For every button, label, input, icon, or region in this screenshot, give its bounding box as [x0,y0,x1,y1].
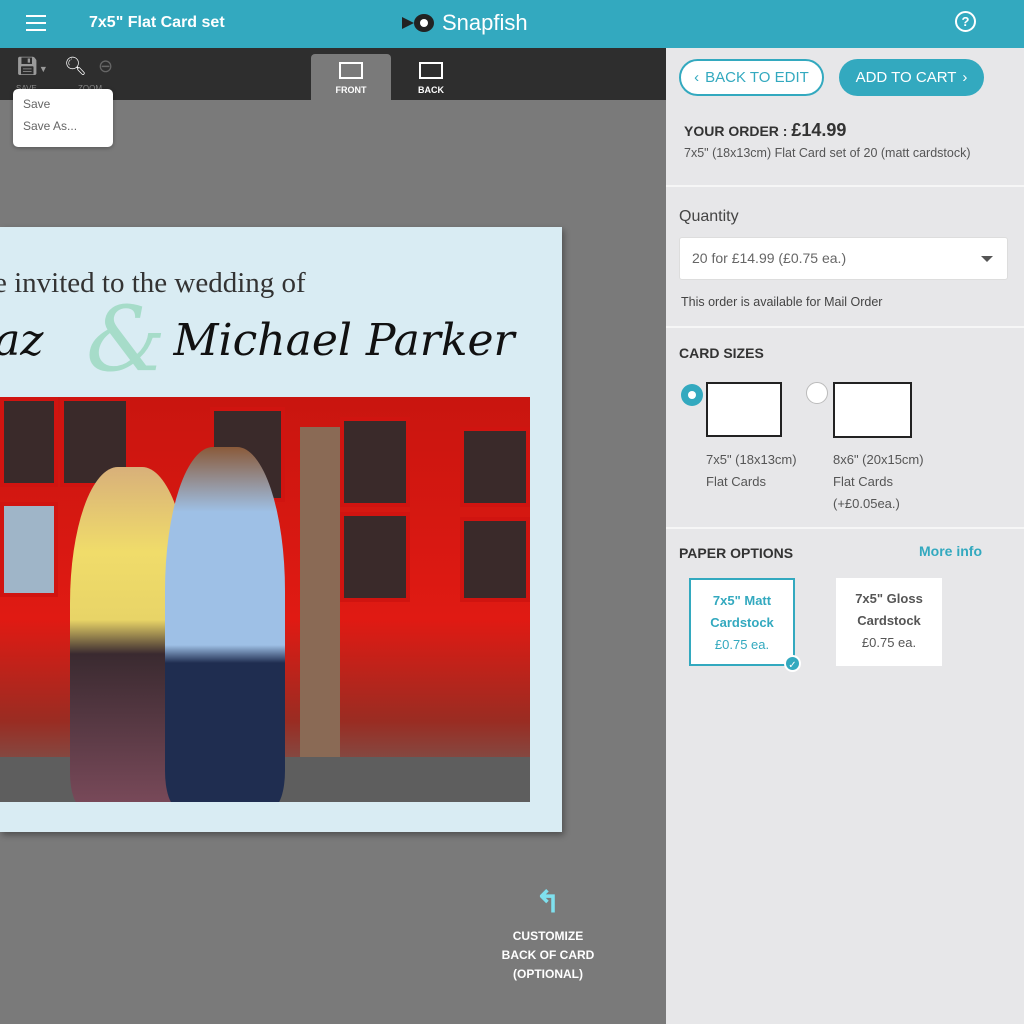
back-page-icon [419,62,443,79]
zoom-out-icon[interactable]: ⊖ [98,56,113,77]
customize-line3: (OPTIONAL) [513,967,583,981]
menu-item-save[interactable]: Save [13,89,113,111]
page-title: 7x5" Flat Card set [89,14,225,31]
add-to-cart-button[interactable]: ADD TO CART › [839,59,984,96]
order-total: £14.99 [791,120,847,140]
size-radio-8x6[interactable] [806,382,828,404]
size-8x6-text: 8x6" (20x15cm) Flat Cards (+£0.05ea.) [833,452,924,511]
snapfish-logo[interactable]: Snapfish [402,10,528,36]
paper-option-gloss[interactable]: 7x5" Gloss Cardstock £0.75 ea. [836,578,942,666]
tab-label: FRONT [335,85,367,95]
quantity-value: 20 for £14.99 (£0.75 ea.) [692,250,847,266]
chevron-right-icon: › [962,69,968,86]
button-label: ADD TO CART [855,69,957,86]
customize-line2: BACK OF CARD [501,948,595,962]
couple-photo[interactable] [0,397,530,802]
check-icon: ✓ [784,655,801,672]
order-label: YOUR ORDER : [684,123,792,139]
menu-item-save-as[interactable]: Save As... [13,111,113,133]
customize-line1: CUSTOMIZE [512,929,584,943]
name-left: iaz [0,315,44,366]
size-8x6-thumb[interactable] [833,382,912,438]
fish-icon [402,11,438,35]
size-7x5-text: 7x5" (18x13cm) Flat Cards [706,452,797,489]
help-icon[interactable]: ? [955,11,976,32]
divider [666,527,1024,529]
tab-label: BACK [418,85,444,95]
curved-arrow-icon: ↰ [535,886,561,919]
paper-option-matt[interactable]: 7x5" Matt Cardstock £0.75 ea. ✓ [689,578,801,672]
back-to-edit-button[interactable]: ‹ BACK TO EDIT [679,59,824,96]
divider [666,326,1024,328]
size-radio-7x5[interactable] [681,384,703,406]
quantity-select[interactable]: 20 for £14.99 (£0.75 ea.) [679,237,1008,280]
quantity-label: Quantity [679,208,739,225]
zoom-in-icon[interactable]: 🔍︎ [64,56,87,77]
tab-front[interactable]: FRONT [311,54,391,100]
caret-down-icon [981,256,993,262]
more-info-link[interactable]: More info [919,543,982,559]
customize-back-button[interactable]: ↰ CUSTOMIZE BACK OF CARD (OPTIONAL) [490,885,606,984]
card-sizes-title: CARD SIZES [679,345,764,361]
name-right: Michael Parker [173,315,515,366]
front-page-icon [339,62,363,79]
hamburger-menu-icon[interactable] [26,15,46,31]
mail-order-note: This order is available for Mail Order [681,295,883,309]
top-bar: 7x5" Flat Card set Snapfish ? [0,0,1024,48]
chevron-left-icon: ‹ [694,69,700,86]
button-label: BACK TO EDIT [705,69,809,86]
paper-options-title: PAPER OPTIONS [679,545,794,561]
order-summary: YOUR ORDER : £14.99 [684,120,846,141]
save-menu: Save Save As... [13,89,113,147]
size-7x5-thumb[interactable] [706,382,782,437]
divider [666,185,1024,187]
order-panel: ‹ BACK TO EDIT ADD TO CART › YOUR ORDER : … [666,48,1024,1024]
order-description: 7x5" (18x13cm) Flat Card set of 20 (matt… [684,146,971,160]
brand-name: Snapfish [442,10,528,35]
card-preview[interactable]: e invited to the wedding of & iazMichael… [0,227,562,832]
save-icon[interactable]: 💾︎▼ [16,56,48,77]
couple-names: iaz Michael Parker [0,315,515,366]
tab-back[interactable]: BACK [391,54,471,100]
